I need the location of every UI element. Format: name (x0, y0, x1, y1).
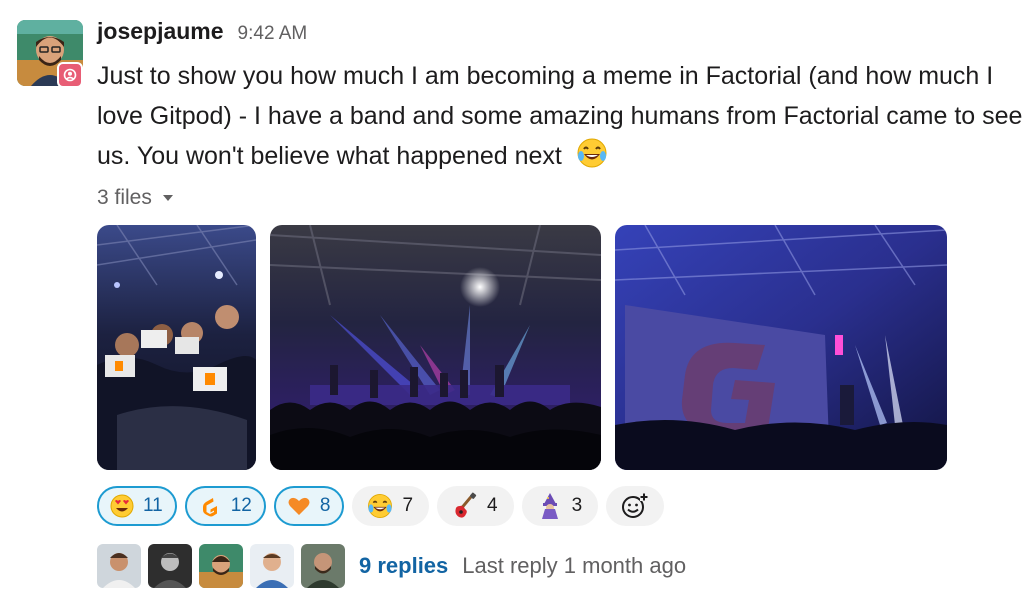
timestamp[interactable]: 9:42 AM (238, 23, 308, 45)
files-count: 3 files (97, 186, 152, 209)
reaction-orange-heart[interactable]: 8 (273, 486, 345, 526)
joy-emoji-icon (575, 136, 609, 182)
wizard-emoji-icon (541, 493, 558, 519)
reaction-count: 12 (230, 495, 252, 516)
add-emoji-icon (622, 493, 649, 518)
user-avatar-wrap[interactable] (17, 20, 83, 88)
reaction-guitar[interactable]: 4 (437, 486, 514, 526)
replies-link[interactable]: 9 replies (359, 553, 448, 579)
message-body: Just to show you how much I am becoming … (97, 62, 1023, 170)
reaction-count: 8 (319, 495, 331, 516)
gitpod-emoji-icon (202, 498, 217, 517)
orange-heart-emoji-icon (288, 497, 310, 515)
reaction-count: 3 (571, 495, 583, 516)
reaction-count: 4 (487, 495, 498, 516)
message-text: Just to show you how much I am becoming … (97, 56, 1027, 182)
participant-avatar (97, 544, 141, 588)
username[interactable]: josepjaume (97, 18, 224, 45)
thread-footer[interactable]: 9 replies Last reply 1 month ago (97, 544, 686, 588)
last-reply-text: Last reply 1 month ago (462, 553, 687, 578)
caret-down-icon (162, 195, 173, 201)
message-header: josepjaume 9:42 AM (97, 18, 307, 52)
participant-avatar (148, 544, 192, 588)
reaction-count: 7 (402, 495, 414, 516)
reaction-heart-eyes[interactable]: 11 (97, 486, 177, 526)
reaction-joy[interactable]: 7 (352, 486, 430, 526)
crowd-photo[interactable] (97, 225, 256, 470)
reaction-wizard[interactable]: 3 (521, 486, 599, 526)
add-reaction-button[interactable] (606, 486, 665, 526)
gitpod-sign-photo[interactable] (615, 225, 947, 470)
reaction-count: 11 (143, 495, 163, 516)
participant-avatar (250, 544, 294, 588)
profile-badge-icon (57, 62, 83, 88)
heart-eyes-emoji-icon (110, 494, 134, 518)
participant-avatar (301, 544, 345, 588)
concert-stage-photo[interactable] (270, 225, 601, 470)
participant-avatar (199, 544, 243, 588)
guitar-emoji-icon (455, 492, 477, 518)
reactions-bar: 11 12 8 7 4 3 (97, 486, 665, 526)
files-toggle[interactable]: 3 files (97, 186, 174, 210)
joy-emoji-icon (368, 494, 393, 518)
reaction-gitpod[interactable]: 12 (184, 486, 266, 526)
